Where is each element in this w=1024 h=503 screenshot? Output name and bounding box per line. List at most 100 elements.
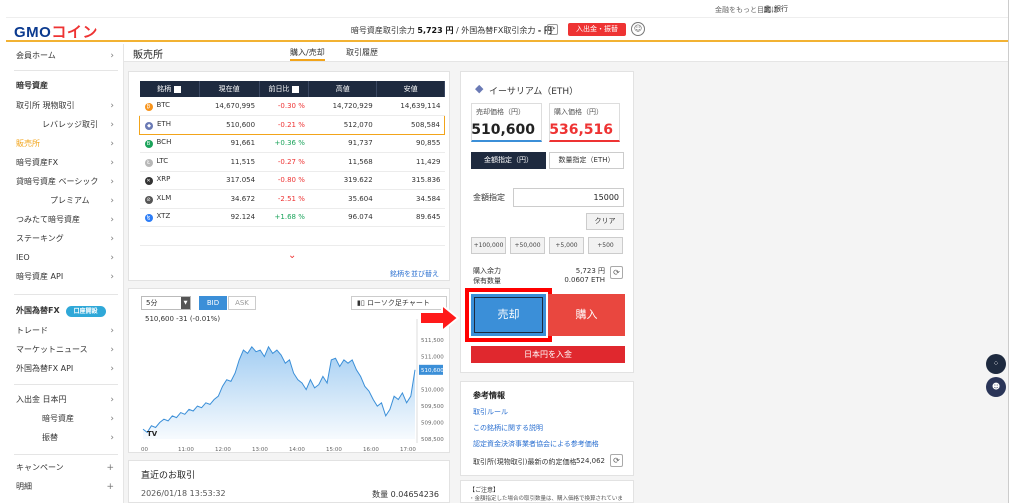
sidebar-item-label: レバレッジ取引 (42, 120, 98, 129)
page-header: 販売所 購入/売却 取引履歴 (124, 44, 1008, 62)
coin-row-bch[interactable]: B BCH 91,661 +0.36 % 91,737 90,855 (139, 134, 445, 153)
coin-high: 14,720,929 (308, 97, 377, 116)
sidebar-heading-label: 外国為替FX (16, 306, 60, 315)
sell-price-value: 510,600 (471, 122, 535, 138)
amount-input[interactable]: 15000 (513, 188, 624, 207)
sidebar-item-market-news[interactable]: マーケットニュース › (6, 342, 124, 358)
coin-price: 91,661 (199, 134, 260, 153)
sell-button[interactable]: 売却 (465, 288, 552, 342)
tab-buy-sell[interactable]: 購入/売却 (290, 47, 325, 61)
sidebar-item-lending-premium[interactable]: プレミアム › (6, 193, 124, 209)
mode-amount-button[interactable]: 金額指定（円） (471, 152, 546, 169)
ltc-icon: Ł (144, 158, 153, 167)
coin-description-link[interactable]: この銘柄に関する説明 (473, 423, 543, 433)
last-exchange-price-label: 取引所(現物取引)最新の約定価格 (473, 458, 577, 466)
reorder-link[interactable]: 銘柄を並び替え (390, 269, 439, 279)
buying-power-label: 購入余力 (473, 267, 501, 275)
coin-row-eth[interactable]: ◆ ETH 510,600 -0.21 % 512,070 508,584 (139, 115, 445, 135)
tab-history[interactable]: 取引履歴 (346, 47, 378, 61)
recent-trade-qty: 数量 0.04654236 (372, 490, 439, 499)
refresh-icon[interactable]: ⟳ (610, 266, 623, 279)
coin-cell-partial (139, 226, 200, 246)
chevron-right-icon: › (110, 177, 114, 187)
deposit-transfer-button[interactable]: 入出金・振替 (568, 23, 626, 36)
coin-change: -0.21 % (259, 115, 309, 135)
main-area: 銘柄 現在値 前日比 高値 安値 ₿ BTC 14,670,995 -0.30 % 14… (124, 62, 1008, 503)
sidebar-item-statement[interactable]: 明細 + (6, 479, 124, 495)
fx-open-account-button[interactable]: 口座開設 (65, 306, 106, 317)
y-tick-label: 511,500 (421, 338, 444, 344)
trading-rules-link[interactable]: 取引ルール (473, 407, 508, 417)
buy-button[interactable]: 購入 (548, 294, 625, 336)
sidebar-item-lending-basic[interactable]: 貸暗号資産 ベーシック › (6, 174, 124, 190)
mode-qty-button[interactable]: 数量指定（ETH） (549, 152, 624, 169)
sidebar-item-home[interactable]: 会員ホーム › (6, 48, 124, 64)
sidebar-item-crypto-fx[interactable]: 暗号資産FX › (6, 155, 124, 171)
refresh-icon[interactable]: ⟳ (610, 454, 623, 467)
sidebar-item-spot[interactable]: 取引所 現物取引 › (6, 98, 124, 114)
sidebar-item-label: トレード (16, 326, 48, 335)
add-500-button[interactable]: +500 (588, 237, 623, 254)
reference-price-link[interactable]: 認定資金決済事業者協会による参考価格 (473, 439, 599, 449)
coin-row-btc[interactable]: ₿ BTC 14,670,995 -0.30 % 14,720,929 14,639,11… (139, 97, 445, 116)
sidebar-item-hanbaisho[interactable]: 販売所 › (6, 136, 124, 152)
coin-price: 14,670,995 (199, 97, 260, 116)
ethereum-icon: ◆ (475, 82, 484, 95)
margin-label: 暗号資産取引余力 (350, 26, 415, 35)
sidebar-item-deposit-crypto[interactable]: 暗号資産 › (6, 411, 124, 427)
coin-row-ltc[interactable]: Ł LTC 11,515 -0.27 % 11,568 11,429 (139, 152, 445, 172)
price-chart[interactable]: 511,500 511,000 510,600 510,000 509,500 509,0… (129, 289, 451, 454)
sidebar-item-label: 取引所 現物取引 (16, 101, 75, 110)
coin-change: -0.80 % (259, 171, 309, 190)
sidebar-item-staking[interactable]: ステーキング › (6, 231, 124, 247)
fx-margin-label: 外国為替FX取引余力 (461, 26, 536, 35)
sidebar-item-fx-api[interactable]: 外国為替FX API › (6, 361, 124, 377)
clear-button[interactable]: クリア (586, 213, 624, 230)
coin-cell-partial (259, 226, 309, 246)
sidebar-item-transfer[interactable]: 振替 › (6, 430, 124, 446)
utility-bar: 金融をもっと目的に 🏛 銀行 (6, 0, 1008, 18)
add-50000-button[interactable]: +50,000 (510, 237, 545, 254)
recent-trade-date: 2026/01/18 13:53:32 (141, 489, 226, 498)
coin-table-body: ₿ BTC 14,670,995 -0.30 % 14,720,929 14,639,11… (139, 97, 445, 246)
sidebar-item-tsumitate[interactable]: つみたて暗号資産 › (6, 212, 124, 228)
chevron-down-icon[interactable]: ⌄ (288, 250, 296, 261)
sell-button-focus-ring (474, 297, 543, 333)
sidebar-item-trade[interactable]: トレード › (6, 323, 124, 339)
sidebar-item-label: つみたて暗号資産 (16, 215, 80, 224)
coin-price: 34.672 (199, 189, 260, 209)
sidebar-divider (14, 454, 118, 455)
notice-text: ・金額指定した場合の取引数量は、購入価格で換算されています。 (469, 496, 623, 502)
col-label: 前日比 (268, 85, 290, 93)
sidebar-item-campaign[interactable]: キャンペーン + (6, 460, 124, 476)
coin-symbol-label: BCH (156, 138, 172, 147)
col-change[interactable]: 前日比 (259, 81, 310, 97)
coin-row-xtz[interactable]: ꜩ XTZ 92.124 +1.68 % 96.074 89.645 (139, 208, 445, 227)
coin-row-xlm[interactable]: ⊘ XLM 34.672 -2.51 % 35.604 34.584 (139, 189, 445, 209)
sidebar-item-label: 販売所 (16, 139, 40, 148)
sidebar-item-label: 入出金 日本円 (16, 395, 67, 404)
grid-menu-icon[interactable]: ⁘ (986, 354, 1006, 374)
window-scrollbar[interactable] (1008, 0, 1024, 503)
xtz-icon: ꜩ (144, 214, 153, 223)
col-name[interactable]: 銘柄 (139, 81, 200, 97)
refresh-icon[interactable]: ⟳ (547, 24, 558, 35)
chatbot-icon[interactable]: ☻ (986, 377, 1006, 397)
xrp-icon: ✕ (144, 177, 153, 186)
user-icon[interactable]: ☺ (631, 22, 645, 36)
deposit-jpy-button[interactable]: 日本円を入金 (471, 346, 625, 363)
sidebar-item-leverage[interactable]: レバレッジ取引 › (6, 117, 124, 133)
add-100000-button[interactable]: +100,000 (471, 237, 506, 254)
sidebar-item-ieo[interactable]: IEO › (6, 250, 124, 266)
add-5000-button[interactable]: +5,000 (549, 237, 584, 254)
coin-price: 317.054 (199, 171, 260, 190)
logo[interactable]: GMOコイン (14, 21, 98, 42)
sidebar-divider (14, 294, 118, 295)
sidebar-item-deposit-jpy[interactable]: 入出金 日本円 › (6, 392, 124, 408)
recent-trades-title: 直近のお取引 (141, 471, 196, 481)
bank-link[interactable]: 🏛 銀行 (763, 4, 788, 14)
header: GMOコイン 暗号資産取引余力 5,723 円 / 外国為替FX取引余力 - 円… (6, 18, 1008, 42)
coin-table: 銘柄 現在値 前日比 高値 安値 ₿ BTC 14,670,995 -0.30 % 14… (139, 81, 445, 246)
sidebar-item-crypto-api[interactable]: 暗号資産 API › (6, 269, 124, 285)
coin-row-xrp[interactable]: ✕ XRP 317.054 -0.80 % 319.622 315.836 (139, 171, 445, 190)
